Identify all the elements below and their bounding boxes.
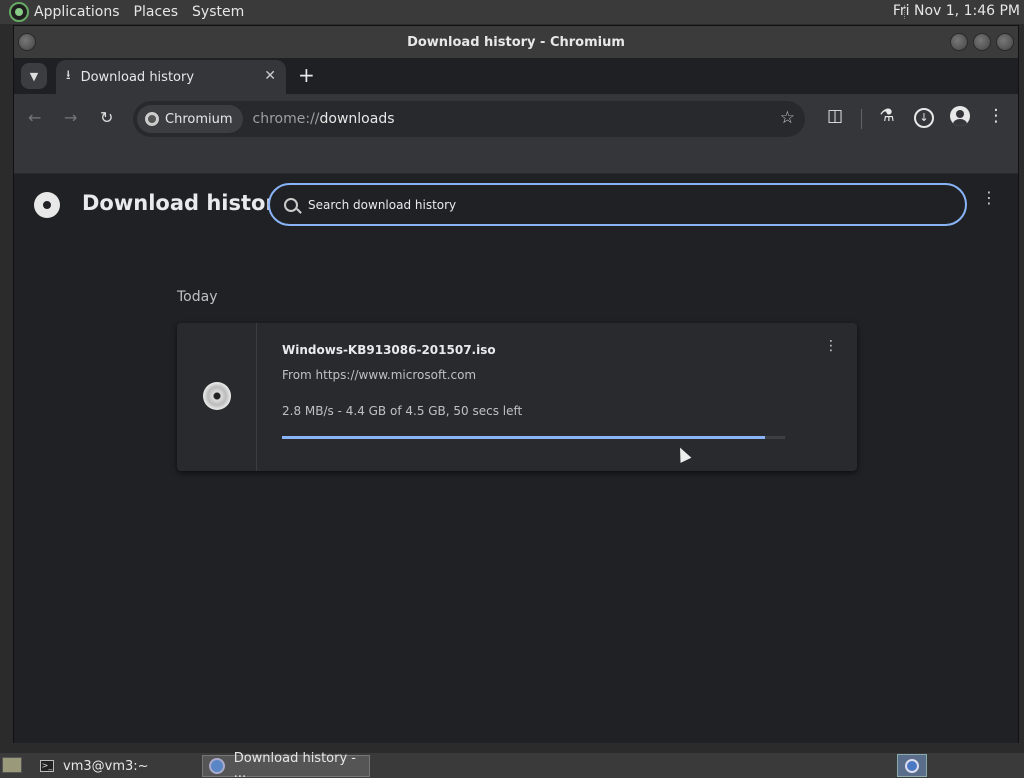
task-label: Download history - ... <box>233 751 356 778</box>
clock[interactable]: Fri Nov 1, 1:46 PM <box>893 3 1020 19</box>
progress-bar <box>282 436 785 439</box>
menu-icon[interactable]: ⋮ <box>985 106 1007 126</box>
extensions-icon[interactable]: ◫ <box>824 106 846 126</box>
search-input[interactable] <box>308 197 908 212</box>
chromium-icon <box>145 112 159 126</box>
toolbar-separator <box>861 109 862 129</box>
task-terminal[interactable]: >_ vm3@vm3:~ <box>34 755 196 777</box>
date-section-label: Today <box>177 289 218 305</box>
window-menu-button[interactable] <box>18 33 36 51</box>
tab-label: Download history <box>80 69 195 85</box>
labs-icon[interactable]: ⚗ <box>876 106 898 126</box>
chromium-logo-icon <box>34 192 60 218</box>
bookmark-bar <box>14 144 1018 174</box>
download-icon: ⭳ <box>66 68 71 83</box>
back-icon[interactable]: ← <box>28 108 41 127</box>
show-desktop-icon[interactable] <box>2 757 22 773</box>
file-name-link[interactable]: Windows-KB913086-201507.iso <box>282 343 496 357</box>
downloads-page: Download history ⋮ Today Windows-KB91308… <box>14 175 1018 743</box>
page-header: Download history ⋮ <box>14 175 1018 233</box>
bottom-taskbar: >_ vm3@vm3:~ Download history - ... <box>0 751 1024 778</box>
disc-icon <box>203 382 231 410</box>
distro-logo-icon[interactable] <box>9 2 29 22</box>
download-icon[interactable]: ↓ <box>913 106 935 128</box>
menu-applications[interactable]: Applications <box>34 4 120 20</box>
chevron-down-icon: ▼ <box>29 69 39 83</box>
more-actions-icon[interactable]: ⋮ <box>981 190 997 206</box>
forward-icon[interactable]: → <box>64 108 77 127</box>
window-title: Download history - Chromium <box>407 34 625 50</box>
minimize-button[interactable] <box>950 33 968 51</box>
file-source-link[interactable]: From https://www.microsoft.com <box>282 368 476 382</box>
download-status: 2.8 MB/s - 4.4 GB of 4.5 GB, 50 secs lef… <box>282 404 523 418</box>
site-info-chip[interactable]: Chromium <box>137 105 243 133</box>
top-panel: Applications Places System Fri Nov 1, 1:… <box>0 0 1024 24</box>
tab-strip: ▼ ⭳ Download history ✕ + <box>14 58 1018 94</box>
menu-system[interactable]: System <box>192 4 244 20</box>
close-window-button[interactable] <box>996 33 1014 51</box>
profile-icon[interactable] <box>949 106 971 131</box>
omnibox[interactable]: Chromium chrome://downloads ☆ <box>133 101 805 137</box>
url-host: downloads <box>319 111 395 127</box>
url-scheme: chrome:// <box>252 111 320 127</box>
search-box[interactable] <box>268 183 967 226</box>
site-chip-label: Chromium <box>165 111 233 127</box>
browser-window: Download history - Chromium ▼ ⭳ Download… <box>13 25 1019 743</box>
item-more-icon[interactable]: ⋮ <box>824 339 838 353</box>
star-icon[interactable]: ☆ <box>780 108 795 128</box>
file-icon-area <box>177 323 257 471</box>
terminal-icon: >_ <box>40 760 54 772</box>
url-text[interactable]: chrome://downloads <box>253 111 395 127</box>
progress-fill <box>282 436 765 439</box>
download-item: Windows-KB913086-201507.iso From https:/… <box>177 323 857 471</box>
chromium-icon <box>209 758 225 774</box>
tab-download-history[interactable]: ⭳ Download history ✕ <box>56 60 286 94</box>
close-tab-icon[interactable]: ✕ <box>264 68 276 84</box>
reload-icon[interactable]: ↻ <box>100 108 113 127</box>
task-label: vm3@vm3:~ <box>63 758 149 774</box>
menu-places[interactable]: Places <box>134 4 179 20</box>
page-title: Download history <box>82 191 290 215</box>
search-icon <box>284 197 298 212</box>
task-chromium[interactable]: Download history - ... <box>202 751 370 778</box>
tab-search-button[interactable]: ▼ <box>21 63 47 89</box>
maximize-button[interactable] <box>973 33 991 51</box>
window-titlebar[interactable]: Download history - Chromium <box>14 26 1018 58</box>
tray-chromium-icon[interactable] <box>897 754 927 777</box>
new-tab-button[interactable]: + <box>298 64 315 86</box>
browser-toolbar: ← → ↻ Chromium chrome://downloads ☆ ◫ ⚗ … <box>14 94 1018 144</box>
